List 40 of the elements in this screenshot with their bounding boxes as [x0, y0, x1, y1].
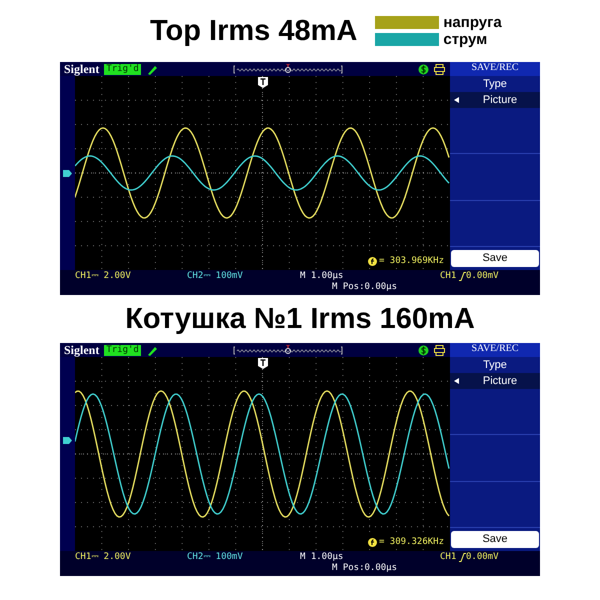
channel-1-scale: CH1⎓ 2.00V — [75, 552, 131, 562]
dollar-icon — [418, 64, 430, 74]
trigger-source: CH1 — [440, 271, 456, 281]
position-reading: M Pos:0.00μs — [332, 282, 398, 292]
channel-marker-icon — [63, 170, 72, 177]
brand-label: Siglent — [64, 342, 100, 358]
frequency-reading: = 303.969KHz — [378, 256, 444, 266]
save-button[interactable]: Save — [451, 250, 539, 267]
frequency-reading: = 309.326KHz — [378, 537, 444, 547]
channel-marker-icon — [63, 437, 72, 444]
menu-title: SAVE/REC — [450, 343, 540, 357]
legend-label: напруга — [443, 15, 502, 30]
trigger-status: Trig'd — [104, 344, 141, 356]
timebase-reading: M 1.00μs — [300, 552, 344, 562]
arrow-icon — [454, 97, 460, 103]
menu-option[interactable]: Picture — [450, 373, 540, 389]
dollar-icon — [418, 344, 430, 356]
channel-2-scale: CH2⎓ 100mV — [187, 271, 243, 281]
channel-1-scale: CH1⎓ 2.00V — [75, 271, 131, 281]
rising-edge-icon — [459, 272, 466, 281]
position-reading: M Pos:0.00μs — [332, 563, 398, 573]
scope-title: Top Irms 48mA — [150, 14, 358, 48]
brand-label: Siglent — [64, 62, 100, 76]
printer-icon — [434, 344, 446, 356]
arrow-icon — [454, 378, 460, 384]
save-button[interactable]: Save — [451, 530, 539, 548]
printer-icon — [434, 64, 446, 74]
trigger-level: 0.00mV — [466, 552, 499, 562]
menu-title: SAVE/REC — [450, 62, 540, 76]
channel-2-scale: CH2⎓ 100mV — [187, 552, 243, 562]
timebase-reading: M 1.00μs — [300, 271, 344, 281]
menu-option[interactable]: Picture — [450, 92, 540, 108]
scope-title: Котушка №1 Irms 160mA — [125, 302, 475, 336]
trigger-source: CH1 — [440, 552, 456, 562]
rising-edge-icon — [459, 553, 466, 562]
trigger-level: 0.00mV — [466, 271, 499, 281]
menu-label: Type — [482, 358, 508, 373]
legend-label: струм — [443, 32, 488, 47]
trigger-status: Trig'd — [104, 64, 141, 74]
menu-label: Type — [482, 77, 508, 92]
